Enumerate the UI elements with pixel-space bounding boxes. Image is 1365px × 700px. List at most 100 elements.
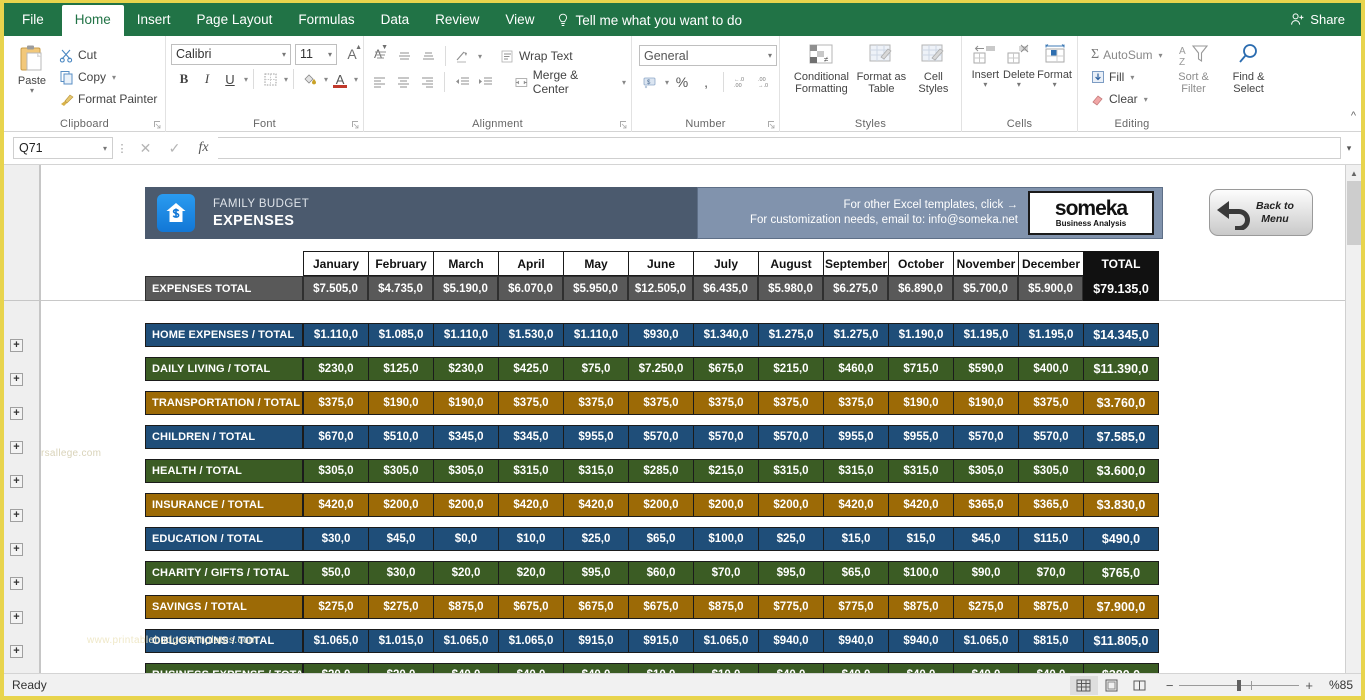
zoom-in-button[interactable]: + [1305, 678, 1313, 693]
orientation-button[interactable] [452, 45, 474, 67]
find-select-button[interactable]: Find & Select [1225, 41, 1273, 95]
format-caret-icon[interactable]: ▾ [1053, 81, 1057, 88]
delete-cells-button[interactable]: Delete ▾ [1003, 41, 1035, 88]
clear-button[interactable]: Clear ▾ [1091, 88, 1163, 110]
underline-caret-icon[interactable]: ▾ [244, 75, 248, 84]
font-color-caret-icon[interactable]: ▾ [354, 75, 358, 84]
align-center-button[interactable] [393, 71, 415, 93]
tab-data[interactable]: Data [368, 5, 423, 36]
fill-caret-icon[interactable]: ▾ [1130, 73, 1134, 82]
merge-center-caret-icon[interactable]: ▾ [622, 78, 626, 87]
normal-view-button[interactable] [1070, 676, 1098, 695]
outline-expand-button-9[interactable]: + [10, 611, 23, 624]
zoom-slider-thumb[interactable] [1237, 680, 1241, 691]
outline-expand-button-8[interactable]: + [10, 577, 23, 590]
fill-color-caret-icon[interactable]: ▾ [324, 75, 328, 84]
paste-button[interactable]: Paste ▾ [9, 41, 55, 94]
percent-style-button[interactable]: % [671, 71, 693, 93]
outline-expand-button-7[interactable]: + [10, 543, 23, 556]
bold-button[interactable]: B [173, 68, 195, 90]
delete-caret-icon[interactable]: ▾ [1017, 81, 1021, 88]
merge-center-button[interactable]: Merge & Center ▾ [514, 71, 626, 93]
borders-button[interactable] [259, 68, 281, 90]
comma-style-button[interactable]: , [695, 71, 717, 93]
clipboard-dialog-launcher[interactable] [153, 120, 162, 129]
zoom-out-button[interactable]: − [1166, 678, 1174, 693]
name-box-chevron-down-icon[interactable]: ▾ [103, 144, 107, 153]
accounting-format-button[interactable]: $ [639, 71, 661, 93]
tab-insert[interactable]: Insert [124, 5, 184, 36]
zoom-control[interactable]: − + %85 [1166, 678, 1353, 693]
wrap-text-button[interactable]: Wrap Text [500, 45, 573, 67]
fill-button[interactable]: Fill ▾ [1091, 66, 1163, 88]
underline-button[interactable]: U [219, 68, 241, 90]
page-break-view-button[interactable] [1126, 676, 1154, 695]
insert-function-button[interactable]: fx [189, 137, 218, 159]
outline-expand-button-1[interactable]: + [10, 339, 23, 352]
outline-expand-button-10[interactable]: + [10, 645, 23, 658]
alignment-dialog-launcher[interactable] [619, 120, 628, 129]
align-left-button[interactable] [369, 71, 391, 93]
tab-formulas[interactable]: Formulas [285, 5, 367, 36]
clear-caret-icon[interactable]: ▾ [1144, 95, 1148, 104]
sort-filter-button[interactable]: A Z Sort & Filter [1171, 41, 1217, 95]
scroll-up-arrow-icon[interactable]: ▲ [1346, 165, 1361, 181]
number-format-select[interactable]: General ▾ [639, 45, 777, 66]
font-dialog-launcher[interactable] [351, 120, 360, 129]
accounting-caret-icon[interactable]: ▾ [665, 78, 669, 87]
tab-page-layout[interactable]: Page Layout [184, 5, 286, 36]
page-layout-view-button[interactable] [1098, 676, 1126, 695]
align-bottom-button[interactable] [417, 45, 439, 67]
cell-styles-button[interactable]: Cell Styles [911, 41, 956, 95]
orientation-caret-icon[interactable]: ▾ [478, 52, 482, 61]
autosum-caret-icon[interactable]: ▾ [1159, 51, 1163, 60]
decrease-decimal-button[interactable]: .00 →.0 [754, 71, 776, 93]
font-size-chevron-down-icon[interactable]: ▾ [328, 50, 332, 59]
borders-caret-icon[interactable]: ▾ [284, 75, 288, 84]
format-cells-button[interactable]: Format ▾ [1037, 41, 1072, 88]
insert-cells-button[interactable]: Insert ▾ [970, 41, 1001, 88]
outline-expand-button-6[interactable]: + [10, 509, 23, 522]
align-middle-button[interactable] [393, 45, 415, 67]
autosum-button[interactable]: Σ AutoSum ▾ [1091, 44, 1163, 66]
back-to-menu-button[interactable]: Back to Menu [1209, 189, 1313, 236]
increase-indent-button[interactable] [475, 71, 497, 93]
sheet-canvas[interactable]: FAMILY BUDGET EXPENSES For other Excel t… [40, 165, 1361, 683]
name-box[interactable]: Q71 ▾ [13, 137, 113, 159]
font-color-button[interactable]: A [329, 68, 351, 90]
paste-caret-icon[interactable]: ▾ [30, 87, 34, 94]
align-top-button[interactable] [369, 45, 391, 67]
increase-decimal-button[interactable]: ←.0 .00 [730, 71, 752, 93]
tab-review[interactable]: Review [422, 5, 492, 36]
insert-caret-icon[interactable]: ▾ [983, 81, 987, 88]
font-name-input[interactable]: Calibri ▾ [171, 44, 291, 65]
share-button[interactable]: Share [1282, 9, 1353, 30]
copy-button[interactable]: Copy ▾ [59, 66, 157, 88]
tab-file[interactable]: File [4, 5, 62, 36]
format-as-table-button[interactable]: Format as Table [854, 41, 909, 95]
italic-button[interactable]: I [196, 68, 218, 90]
copy-caret-icon[interactable]: ▾ [112, 73, 116, 82]
font-size-input[interactable]: 11 ▾ [295, 44, 337, 65]
cancel-formula-button[interactable]: ✕ [131, 137, 160, 159]
scrollbar-thumb[interactable] [1347, 181, 1361, 245]
outline-expand-button-4[interactable]: + [10, 441, 23, 454]
tell-me-box[interactable]: Tell me what you want to do [547, 6, 752, 36]
zoom-slider[interactable] [1179, 685, 1299, 686]
number-dialog-launcher[interactable] [767, 120, 776, 129]
fill-color-button[interactable] [299, 68, 321, 90]
someka-logo[interactable]: someka Business Analysis [1028, 191, 1154, 235]
tab-view[interactable]: View [492, 5, 547, 36]
align-right-button[interactable] [416, 71, 438, 93]
expand-formula-bar-button[interactable]: ▾ [1341, 143, 1357, 154]
outline-expand-button-5[interactable]: + [10, 475, 23, 488]
decrease-indent-button[interactable] [451, 71, 473, 93]
collapse-ribbon-button[interactable]: ^ [1351, 110, 1356, 122]
number-format-chevron-down-icon[interactable]: ▾ [768, 51, 772, 60]
format-painter-button[interactable]: Format Painter [59, 88, 157, 110]
conditional-formatting-button[interactable]: ≠ Conditional Formatting [791, 41, 852, 95]
outline-expand-button-3[interactable]: + [10, 407, 23, 420]
vertical-scrollbar[interactable]: ▲ ▼ [1345, 165, 1361, 683]
grow-font-button[interactable]: A ▲ [341, 43, 363, 65]
enter-formula-button[interactable]: ✓ [160, 137, 189, 159]
